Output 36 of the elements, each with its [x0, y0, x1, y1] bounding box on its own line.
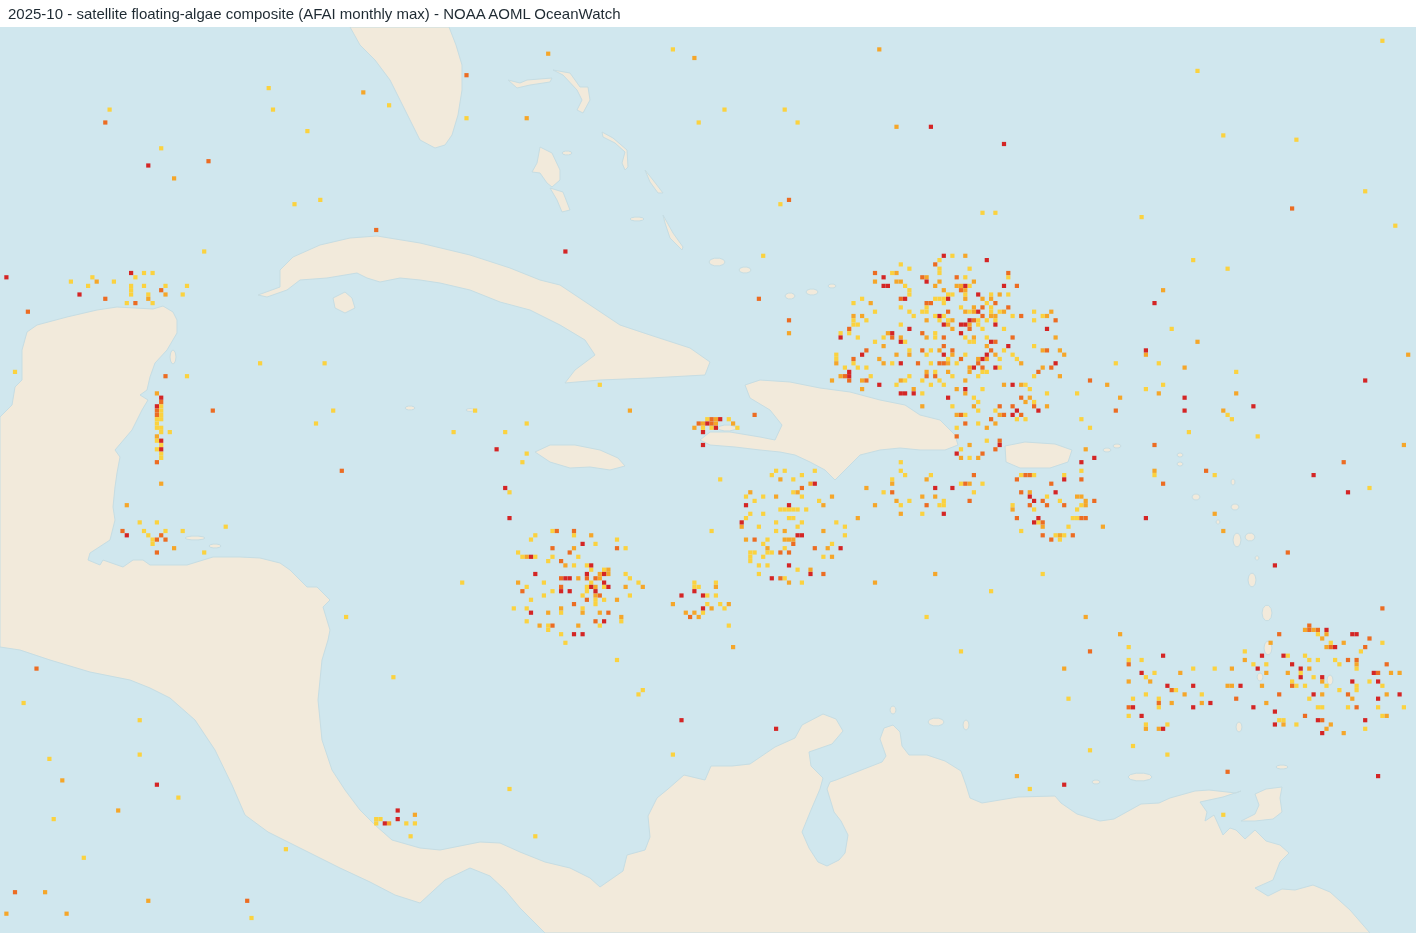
island-shape [738, 266, 752, 274]
island-shape [1326, 674, 1334, 686]
island-shape [1263, 640, 1273, 656]
island-shape [805, 288, 819, 296]
island-shape [827, 283, 837, 289]
island-shape [1215, 519, 1221, 525]
island-shape [1230, 503, 1240, 511]
island-shape [1254, 555, 1260, 561]
island-shape [1091, 779, 1101, 785]
island-shape [208, 543, 222, 549]
island-shape [1004, 441, 1073, 469]
island-shape [404, 405, 416, 411]
island-shape [644, 169, 664, 194]
island-shape [629, 216, 645, 222]
island-shape [1191, 493, 1201, 501]
island-shape [784, 292, 796, 300]
island-shape [1235, 721, 1243, 733]
island-shape [1261, 604, 1273, 622]
island-shape [1230, 478, 1236, 486]
island-shape [601, 131, 629, 171]
island-shape [1256, 672, 1264, 682]
island-shape [1127, 772, 1153, 782]
island-shape [1176, 452, 1184, 458]
island-shape [1176, 461, 1184, 467]
island-shape [169, 349, 177, 365]
island-shape [1232, 532, 1242, 548]
island-shape [1275, 764, 1289, 770]
island-shape [927, 717, 945, 727]
island-shape [962, 719, 970, 731]
island-shape [889, 705, 897, 715]
island-shape [1240, 786, 1283, 822]
island-shape [465, 408, 475, 412]
map-title: 2025-10 - satellite floating-algae composite (AFAI monthly max) - NOAA AOML OceanWatch [8, 5, 621, 22]
island-shape [1244, 532, 1256, 542]
island-shape [184, 535, 206, 541]
island-shape [1247, 572, 1257, 588]
